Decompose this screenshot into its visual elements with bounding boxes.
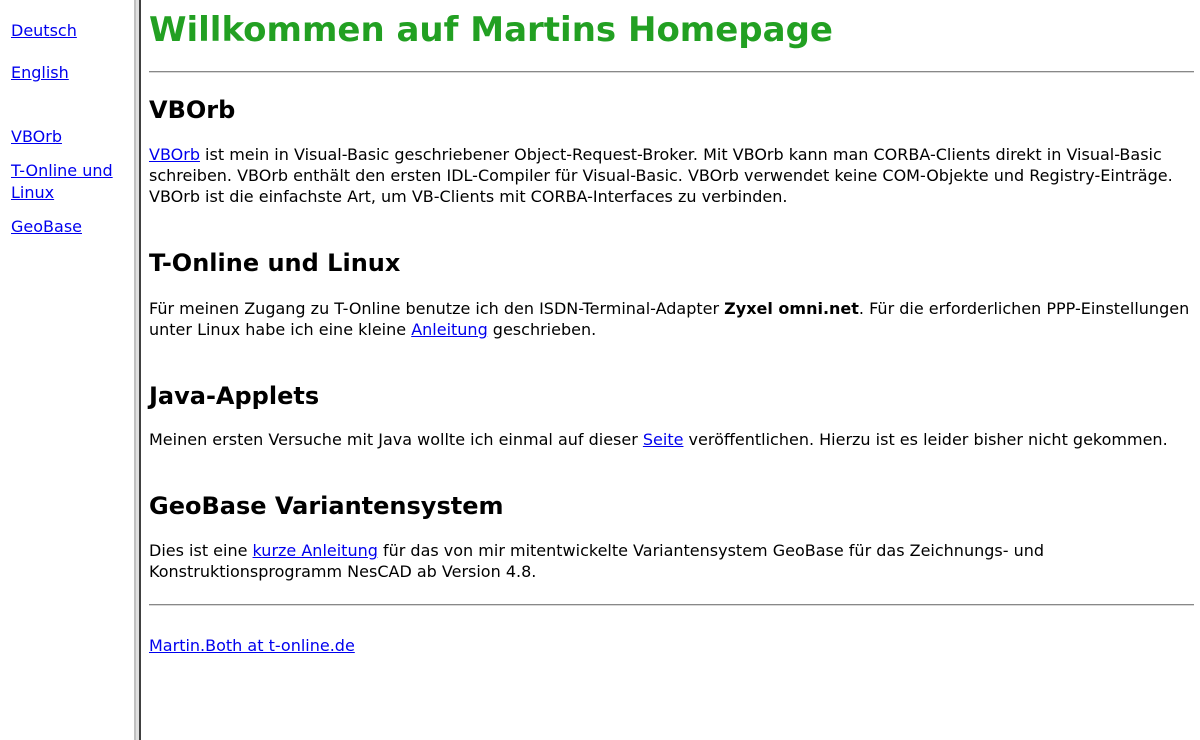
- anleitung-link[interactable]: Anleitung: [411, 320, 488, 339]
- tonline-adapter-name: Zyxel omni.net: [724, 299, 859, 318]
- java-text-before: Meinen ersten Versuche mit Java wollte i…: [149, 430, 643, 449]
- section-text-java: Meinen ersten Versuche mit Java wollte i…: [149, 429, 1194, 450]
- tonline-text-after: geschrieben.: [487, 320, 597, 339]
- java-text-after: veröffentlichen. Hierzu ist es leider bi…: [683, 430, 1168, 449]
- section-text-tonline: Für meinen Zugang zu T-Online benutze ic…: [149, 298, 1194, 340]
- section-text-vborb: VBOrb ist mein in Visual-Basic geschrieb…: [149, 144, 1194, 207]
- nav-link-vborb[interactable]: VBOrb: [11, 126, 134, 148]
- contact-email-link[interactable]: Martin.Both at t-online.de: [149, 636, 355, 655]
- nav-link-geobase[interactable]: GeoBase: [11, 216, 134, 238]
- vborb-link[interactable]: VBOrb: [149, 145, 200, 164]
- section-title-vborb: VBOrb: [149, 96, 236, 124]
- navigation-frame: Deutsch English VBOrb T-Online und Linux…: [0, 0, 134, 740]
- vborb-description: ist mein in Visual-Basic geschriebener O…: [149, 145, 1173, 206]
- nav-link-deutsch[interactable]: Deutsch: [11, 20, 134, 42]
- tonline-text-before: Für meinen Zugang zu T-Online benutze ic…: [149, 299, 725, 318]
- section-title-tonline: T-Online und Linux: [149, 249, 401, 277]
- top-divider: [149, 71, 1194, 73]
- contact-line: Martin.Both at t-online.de: [149, 635, 1194, 656]
- frameset: Deutsch English VBOrb T-Online und Linux…: [0, 0, 1200, 740]
- section-title-geobase: GeoBase Variantensystem: [149, 492, 504, 520]
- bottom-divider: [149, 604, 1194, 606]
- section-text-geobase: Dies ist eine kurze Anleitung für das vo…: [149, 540, 1194, 582]
- nav-link-english[interactable]: English: [11, 62, 134, 84]
- geobase-text-before: Dies ist eine: [149, 541, 253, 560]
- section-title-java: Java-Applets: [149, 382, 320, 410]
- nav-link-tonline-linux[interactable]: T-Online und Linux: [11, 160, 121, 204]
- page-title: Willkommen auf Martins Homepage: [149, 10, 833, 50]
- content-frame: Willkommen auf Martins Homepage VBOrb VB…: [141, 0, 1200, 740]
- frame-divider[interactable]: [134, 0, 141, 740]
- kurze-anleitung-link[interactable]: kurze Anleitung: [253, 541, 378, 560]
- seite-link[interactable]: Seite: [643, 430, 684, 449]
